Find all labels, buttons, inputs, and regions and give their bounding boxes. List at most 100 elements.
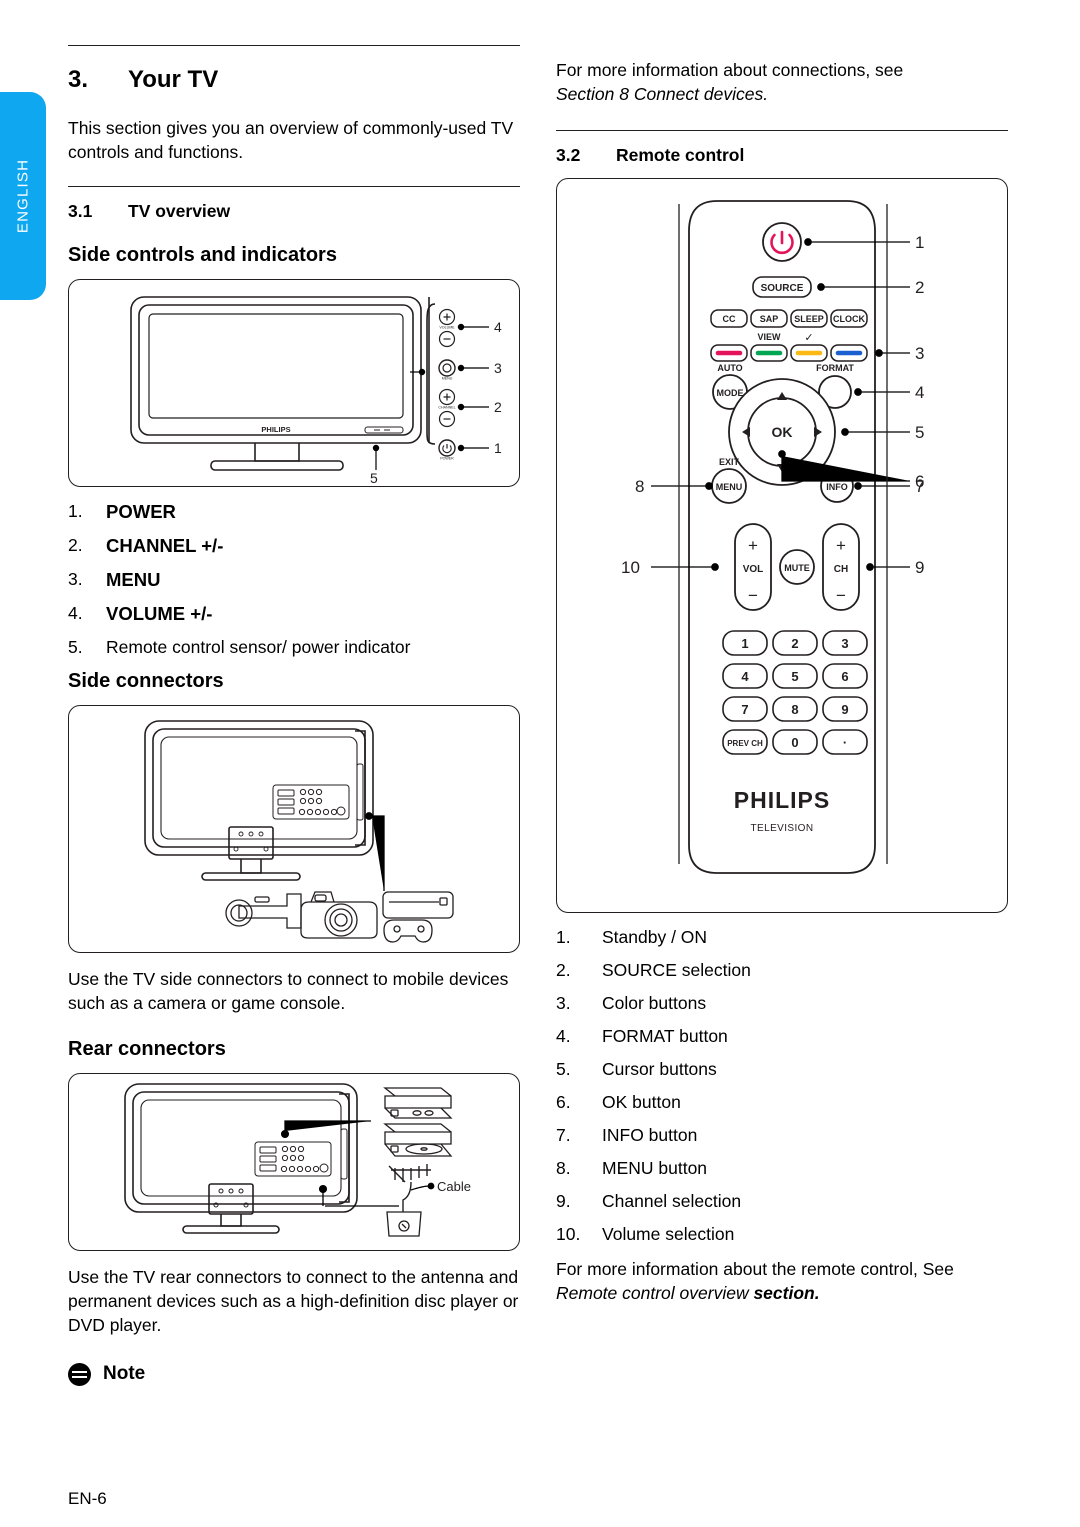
chapter-heading: 3. Your TV: [68, 66, 520, 94]
remote-callout-8: 8: [635, 477, 644, 496]
menu-button-label: MENU: [716, 482, 743, 492]
section-31-heading: 3.1 TV overview: [68, 201, 520, 222]
menu-button[interactable]: MENU: [711, 468, 747, 505]
language-tab-label: ENGLISH: [14, 158, 32, 234]
section-31-number: 3.1: [68, 201, 93, 222]
remote-callout-5: 5: [915, 423, 924, 442]
connections-note: For more information about connections, …: [556, 58, 1008, 106]
language-tab: ENGLISH: [0, 92, 46, 300]
callout-1: 1: [494, 440, 502, 456]
section-32-title: Remote control: [616, 145, 745, 166]
heading-side-connectors: Side connectors: [68, 670, 224, 693]
chapter-title: Your TV: [128, 66, 219, 93]
key-4-label: 4: [741, 669, 749, 684]
heading-rear-connectors: Rear connectors: [68, 1037, 226, 1060]
note-block: Note: [68, 1362, 520, 1386]
list-item: 4. VOLUME +/-: [68, 603, 213, 625]
chapter-number: 3.: [68, 66, 89, 93]
note-icon: [68, 1362, 91, 1386]
remote-control-list: 1. Standby / ON 2. SOURCE selection 3. Colo…: [556, 927, 1008, 1245]
list-item: 10. Volume selection: [556, 1224, 735, 1245]
remote-callout-2: 2: [915, 278, 924, 297]
connections-note-reference: Section 8 Connect devices.: [556, 84, 769, 105]
key-1-label: 1: [741, 636, 748, 651]
sleep-button-label: SLEEP: [794, 314, 824, 324]
rear-connectors-paragraph: Use the TV rear connectors to connect to…: [68, 1266, 519, 1335]
remote-footer-text: For more information about the remote co…: [556, 1259, 954, 1280]
view-label: VIEW: [757, 332, 781, 342]
list-item: 5. Cursor buttons: [556, 1059, 717, 1080]
key-3-label: 3: [841, 636, 848, 651]
mute-button[interactable]: MUTE: [779, 549, 815, 586]
remote-footer-section: section.: [753, 1283, 820, 1304]
divider-section-31: [68, 186, 520, 188]
remote-callout-10: 10: [621, 558, 640, 577]
clock-button-label: CLOCK: [833, 314, 865, 324]
section-31-title: TV overview: [128, 201, 231, 222]
channel-plus-label[interactable]: +: [836, 536, 846, 555]
sap-button-label: SAP: [760, 314, 779, 324]
source-button[interactable]: SOURCE: [752, 276, 812, 299]
remote-footer-note: For more information about the remote co…: [556, 1257, 1008, 1305]
volume-label: VOL: [743, 564, 764, 575]
remote-callout-9: 9: [915, 558, 924, 577]
remote-footer-reference: Remote control overview: [556, 1283, 754, 1304]
callout-3: 3: [494, 360, 502, 376]
svg-text:PHILIPS: PHILIPS: [261, 425, 290, 434]
power-button[interactable]: [762, 222, 802, 263]
key-prev-ch-label: PREV CH: [727, 739, 763, 748]
section-32-heading: 3.2 Remote control: [556, 145, 1008, 166]
mute-button-label: MUTE: [784, 563, 810, 573]
side-connectors-paragraph: Use the TV side connectors to connect to…: [68, 969, 509, 1014]
side-controls-list: 1. POWER 2. CHANNEL +/- 3. MENU 4. VOLUME +/…: [68, 501, 520, 658]
tv-side-connectors-figure: [68, 705, 520, 954]
key-2-label: 2: [791, 636, 798, 651]
remote-callout-7: 7: [915, 477, 924, 496]
left-column: 3. Your TV This section gives you an ove…: [68, 0, 520, 1386]
list-item: 5. Remote control sensor/ power indicator: [68, 637, 411, 658]
list-item: 1. POWER: [68, 501, 176, 523]
list-item: 7. INFO button: [556, 1125, 698, 1146]
list-item: 2. SOURCE selection: [556, 960, 751, 981]
section-32-number: 3.2: [556, 145, 581, 166]
connections-note-text: For more information about connections, …: [556, 60, 904, 80]
tv-side-controls-illustration: PHILIPS VOLUME MENU CHANNEL POWER 4 3 2 …: [130, 296, 502, 486]
tv-side-connectors-illustration: [144, 720, 454, 943]
remote-sub-brand: TELEVISION: [751, 823, 814, 834]
cable-label: Cable: [437, 1179, 471, 1194]
ok-button-label[interactable]: OK: [772, 424, 793, 440]
tv-rear-connectors-illustration: Cable: [124, 1082, 471, 1237]
list-item: 1. Standby / ON: [556, 927, 708, 948]
auto-label: AUTO: [717, 363, 742, 373]
list-item: 6. OK button: [556, 1092, 681, 1113]
volume-plus-label[interactable]: +: [748, 536, 758, 555]
cc-button-label: CC: [723, 314, 736, 324]
key-9-label: 9: [841, 702, 848, 717]
volume-minus-label[interactable]: −: [748, 586, 758, 605]
svg-text:CHANNEL: CHANNEL: [438, 406, 455, 410]
remote-control-illustration: SOURCE CC SAP SLEEP CLOCK VIEW ✓ MODE AU…: [621, 200, 924, 875]
channel-label: CH: [834, 564, 848, 575]
note-label: Note: [103, 1363, 146, 1385]
remote-control-figure: SOURCE CC SAP SLEEP CLOCK VIEW ✓ MODE AU…: [556, 178, 1008, 914]
tv-side-controls-figure: PHILIPS VOLUME MENU CHANNEL POWER 4 3 2 …: [68, 279, 520, 488]
list-item: 8. MENU button: [556, 1158, 708, 1179]
channel-minus-label[interactable]: −: [836, 586, 846, 605]
key-5-label: 5: [791, 669, 798, 684]
list-item: 9. Channel selection: [556, 1191, 742, 1212]
heading-side-controls: Side controls and indicators: [68, 244, 337, 267]
remote-brand: PHILIPS: [734, 787, 830, 813]
key-dot-label: ·: [843, 735, 847, 750]
right-column: For more information about connections, …: [556, 0, 1008, 1306]
source-button-label: SOURCE: [761, 283, 804, 294]
page-number: EN-6: [68, 1489, 107, 1508]
remote-callout-1: 1: [915, 233, 924, 252]
key-6-label: 6: [841, 669, 848, 684]
exit-label: EXIT: [719, 457, 740, 467]
auto-mode-button-label: MODE: [717, 388, 744, 398]
divider-top-left: [68, 45, 520, 46]
intro-paragraph: This section gives you an overview of co…: [68, 118, 514, 163]
divider-section-32: [556, 130, 1008, 132]
remote-callout-3: 3: [915, 344, 924, 363]
callout-2: 2: [494, 399, 502, 415]
